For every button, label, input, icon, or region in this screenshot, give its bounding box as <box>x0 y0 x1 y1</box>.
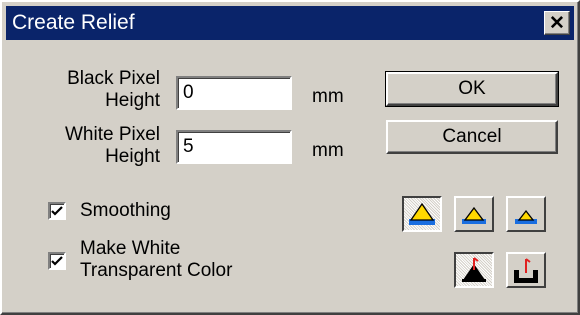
white-pixel-label: White Pixel Height <box>36 124 160 168</box>
checkmark-icon <box>51 206 63 216</box>
black-pixel-label-line1: Black Pixel <box>67 68 160 89</box>
black-pixel-label: Black Pixel Height <box>36 68 160 112</box>
create-relief-dialog: Create Relief ✕ Black Pixel Height mm Wh… <box>0 0 580 315</box>
transparent-label-line2: Transparent Color <box>80 260 233 281</box>
close-button[interactable]: ✕ <box>544 11 570 35</box>
transparent-label: Make White Transparent Color <box>80 238 232 282</box>
cancel-button[interactable]: Cancel <box>386 120 558 154</box>
title-bar: Create Relief ✕ <box>6 6 574 40</box>
checkmark-icon <box>51 256 63 266</box>
white-pixel-label-line2: Height <box>105 146 160 167</box>
base-up-button[interactable] <box>454 252 494 288</box>
relief-large-icon <box>409 202 435 225</box>
ok-button-label: OK <box>458 78 486 99</box>
black-pixel-unit: mm <box>312 86 344 107</box>
white-pixel-height-input[interactable] <box>176 130 292 164</box>
ok-button[interactable]: OK <box>385 71 559 107</box>
black-pixel-label-line2: Height <box>105 90 160 111</box>
base-down-button[interactable] <box>506 252 546 288</box>
transparent-checkbox[interactable] <box>48 252 66 270</box>
smoothing-label: Smoothing <box>80 200 171 221</box>
relief-medium-button[interactable] <box>454 196 494 232</box>
transparent-label-line1: Make White <box>80 238 181 259</box>
close-icon: ✕ <box>549 12 565 34</box>
base-down-icon <box>514 258 538 283</box>
cancel-button-label: Cancel <box>442 126 502 147</box>
window-title: Create Relief <box>12 11 135 34</box>
white-pixel-unit: mm <box>312 140 344 161</box>
black-pixel-height-input[interactable] <box>176 76 292 110</box>
smoothing-checkbox[interactable] <box>48 202 66 220</box>
base-up-icon <box>462 257 486 282</box>
relief-large-button[interactable] <box>402 196 442 232</box>
relief-small-button[interactable] <box>506 196 546 232</box>
relief-medium-icon <box>462 206 486 224</box>
relief-small-icon <box>515 209 537 224</box>
white-pixel-label-line1: White Pixel <box>64 124 160 145</box>
